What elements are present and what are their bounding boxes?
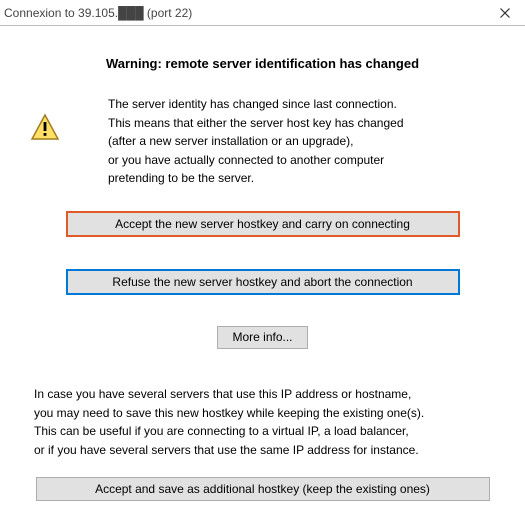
accept-button[interactable]: Accept the new server hostkey and carry … xyxy=(67,212,459,236)
msg-line5: pretending to be the server. xyxy=(108,171,254,185)
moreinfo-button-row: More info... xyxy=(34,326,491,349)
sec-line3: This can be useful if you are connecting… xyxy=(34,424,409,438)
message-row: The server identity has changed since la… xyxy=(30,95,491,188)
sec-line2: you may need to save this new hostkey wh… xyxy=(34,406,424,420)
secondary-text: In case you have several servers that us… xyxy=(34,385,491,459)
titlebar: Connexion to 39.105.███ (port 22) xyxy=(0,0,525,26)
msg-line3: (after a new server installation or an u… xyxy=(108,134,353,148)
msg-line4: or you have actually connected to anothe… xyxy=(108,153,384,167)
dialog-content: Warning: remote server identification ha… xyxy=(0,26,525,511)
sec-line4: or if you have several servers that use … xyxy=(34,443,419,457)
close-button[interactable] xyxy=(485,0,525,26)
msg-line1: The server identity has changed since la… xyxy=(108,97,397,111)
message-text: The server identity has changed since la… xyxy=(108,95,491,188)
more-info-button[interactable]: More info... xyxy=(217,326,307,349)
sec-line1: In case you have several servers that us… xyxy=(34,387,411,401)
refuse-button-row: Refuse the new server hostkey and abort … xyxy=(34,270,491,294)
msg-line2: This means that either the server host k… xyxy=(108,116,404,130)
accept-save-button-row: Accept and save as additional hostkey (k… xyxy=(34,477,491,501)
warning-icon xyxy=(30,113,60,144)
accept-button-row: Accept the new server hostkey and carry … xyxy=(34,212,491,236)
refuse-button[interactable]: Refuse the new server hostkey and abort … xyxy=(67,270,459,294)
window-title: Connexion to 39.105.███ (port 22) xyxy=(4,6,485,20)
accept-save-button[interactable]: Accept and save as additional hostkey (k… xyxy=(36,477,490,501)
warning-heading: Warning: remote server identification ha… xyxy=(34,56,491,71)
close-icon xyxy=(500,8,510,18)
